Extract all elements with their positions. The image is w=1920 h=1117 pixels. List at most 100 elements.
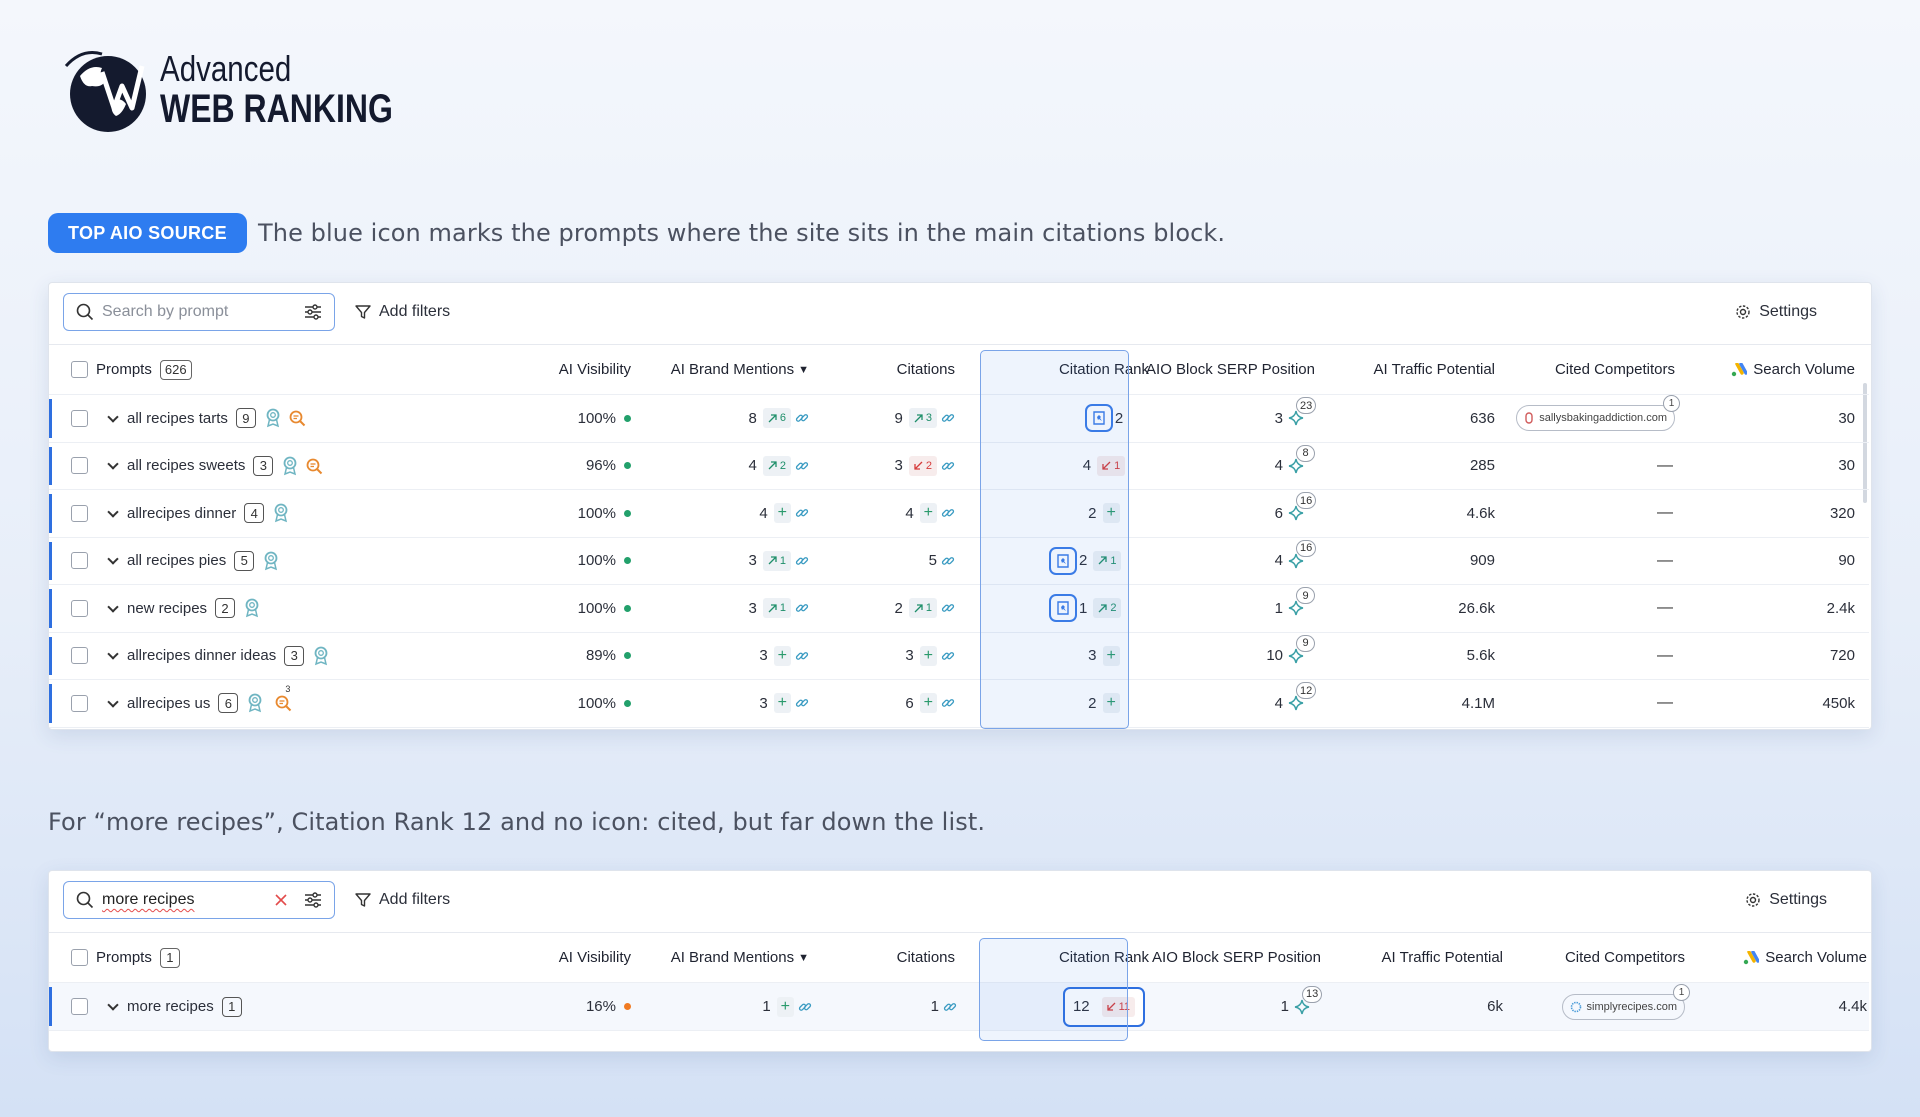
col-citations-2[interactable]: Citations (809, 933, 955, 982)
aio-block-badge[interactable]: 9 (1287, 587, 1315, 617)
col-aio-block-serp[interactable]: AIO Block SERP Position (1129, 345, 1315, 394)
col-ai-brand-mentions-2[interactable]: AI Brand Mentions ▼ (609, 933, 809, 982)
settings-button[interactable]: Settings (1735, 303, 1817, 321)
select-all-checkbox-2[interactable] (71, 949, 88, 966)
top-source-badge[interactable] (1084, 404, 1113, 433)
chevron-down-icon[interactable] (107, 999, 119, 1011)
link-icon[interactable] (795, 696, 809, 710)
clear-icon[interactable] (274, 893, 288, 907)
citations-value: 3 (905, 647, 914, 665)
prompt-text[interactable]: more recipes (127, 998, 214, 1015)
col-ai-traffic[interactable]: AI Traffic Potential (1309, 345, 1495, 394)
prompt-text[interactable]: allrecipes dinner (127, 505, 236, 522)
new-tag: + (919, 693, 937, 714)
table-row[interactable]: new recipes 2 100% 3 1 2 1 1 2 1 9 26.6k —2.4k (49, 585, 1869, 633)
prompt-text[interactable]: allrecipes dinner ideas (127, 647, 276, 664)
competitor-chip[interactable]: simplyrecipes.com 1 (1561, 983, 1690, 1020)
row-checkbox[interactable] (71, 409, 88, 427)
link-icon[interactable] (941, 696, 955, 710)
link-icon[interactable] (941, 506, 955, 520)
link-icon[interactable] (941, 554, 955, 568)
add-filters-button[interactable]: Add filters (355, 303, 450, 321)
row-checkbox[interactable] (71, 552, 88, 570)
prompt-count-badge: 6 (218, 693, 239, 714)
link-icon[interactable] (795, 649, 809, 663)
settings-button-2[interactable]: Settings (1745, 891, 1827, 909)
table-row[interactable]: allrecipes us 6 3 100% 3 +6 +2 +4 12 4.1M —450k (49, 680, 1869, 728)
link-icon[interactable] (941, 649, 955, 663)
row-checkbox[interactable] (71, 998, 88, 1015)
add-filters-button-2[interactable]: Add filters (355, 891, 450, 909)
col-prompts[interactable]: Prompts 626 (96, 345, 192, 394)
chevron-down-icon[interactable] (107, 458, 119, 470)
row-checkbox[interactable] (71, 647, 88, 665)
prompt-text[interactable]: new recipes (127, 600, 207, 617)
search-input[interactable]: Search by prompt (102, 303, 296, 321)
table-row[interactable]: all recipes tarts 9 100% 8 6 9 3 2 3 23 636 sallysb… (49, 395, 1869, 443)
delta-value: 11 (1118, 1000, 1131, 1013)
col-cited-competitors-2[interactable]: Cited Competitors (1499, 933, 1685, 982)
chevron-down-icon[interactable] (107, 648, 119, 660)
top-source-badge[interactable] (1049, 594, 1077, 623)
select-all-checkbox[interactable] (71, 361, 88, 378)
col-aio-block-serp-2[interactable]: AIO Block SERP Position (1135, 933, 1321, 982)
row-checkbox[interactable] (71, 694, 88, 712)
citation-rank-box[interactable]: 12 11 (1062, 986, 1146, 1027)
top-source-badge[interactable] (1049, 546, 1077, 575)
citation-rank-value: 4 (1082, 457, 1092, 475)
col-citations[interactable]: Citations (809, 345, 955, 394)
col-search-volume[interactable]: Search Volume (1689, 345, 1855, 394)
chevron-down-icon[interactable] (107, 411, 119, 423)
link-icon[interactable] (941, 459, 955, 473)
col-ai-brand-mentions[interactable]: AI Brand Mentions ▼ (609, 345, 809, 394)
search-input-2[interactable]: more recipes (102, 891, 266, 909)
col-prompts-2[interactable]: Prompts 1 (96, 933, 180, 982)
prompt-text[interactable]: all recipes tarts (127, 410, 228, 427)
search-box-2[interactable]: more recipes (63, 881, 335, 919)
link-icon[interactable] (795, 411, 809, 425)
aio-block-badge[interactable]: 8 (1287, 444, 1315, 475)
prompt-text[interactable]: allrecipes us (127, 695, 210, 712)
table-row[interactable]: allrecipes dinner 4 100% 4 +4 +2 +6 16 4.6k —320 (49, 490, 1869, 538)
row-checkbox[interactable] (71, 504, 88, 522)
table-row[interactable]: all recipes sweets 3 96% 4 2 3 2 4 1 4 8 285—30 (49, 443, 1869, 490)
col-ai-traffic-2[interactable]: AI Traffic Potential (1317, 933, 1503, 982)
table-row[interactable]: all recipes pies 5 100% 3 1 5 2 1 4 16 909—90 (49, 538, 1869, 585)
row-checkbox[interactable] (71, 599, 88, 617)
chevron-down-icon[interactable] (107, 553, 119, 565)
link-icon[interactable] (795, 554, 809, 568)
prompt-text[interactable]: all recipes pies (127, 552, 226, 569)
link-icon[interactable] (941, 601, 955, 615)
link-icon[interactable] (795, 506, 809, 520)
link-icon[interactable] (941, 411, 955, 425)
aio-block-badge[interactable]: 16 (1287, 539, 1317, 570)
prompt-text[interactable]: all recipes sweets (127, 457, 245, 474)
aio-position-value: 3 (1274, 409, 1283, 427)
row-checkbox[interactable] (71, 457, 88, 475)
col-search-volume-2[interactable]: Search Volume (1701, 933, 1867, 982)
aio-block-badge[interactable]: 12 (1287, 682, 1317, 712)
logo-line1: Advanced (160, 48, 292, 89)
delta-tag: 3 (908, 408, 937, 429)
aio-block-badge[interactable]: 23 (1287, 397, 1317, 427)
aio-block-badge[interactable]: 16 (1287, 492, 1317, 522)
chevron-down-icon[interactable] (107, 506, 119, 518)
competitor-chip[interactable]: sallysbakingaddiction.com 1 (1516, 395, 1680, 432)
col-cited-competitors[interactable]: Cited Competitors (1489, 345, 1675, 394)
delta-tag: 11 (1101, 996, 1136, 1017)
traffic-value: 4.6k (1466, 504, 1495, 522)
link-icon[interactable] (795, 601, 809, 615)
aio-block-badge[interactable]: 13 (1293, 985, 1323, 1016)
search-box[interactable]: Search by prompt (63, 293, 335, 331)
chevron-down-icon[interactable] (107, 601, 119, 613)
sliders-icon[interactable] (304, 304, 322, 320)
link-icon[interactable] (943, 1000, 957, 1014)
aio-block-badge[interactable]: 9 (1287, 634, 1315, 665)
table-row[interactable]: more recipes 1 16% 1 +1 12 11 1 13 6k simplyrecipe… (49, 983, 1869, 1031)
table-row[interactable]: allrecipes dinner ideas 3 89% 3 +3 +3 +10 9 5.6k… (49, 633, 1869, 680)
sliders-icon[interactable] (304, 892, 322, 908)
link-icon[interactable] (795, 459, 809, 473)
competitor-domain: simplyrecipes.com (1586, 1000, 1677, 1013)
new-tag: + (773, 503, 791, 524)
chevron-down-icon[interactable] (107, 696, 119, 708)
